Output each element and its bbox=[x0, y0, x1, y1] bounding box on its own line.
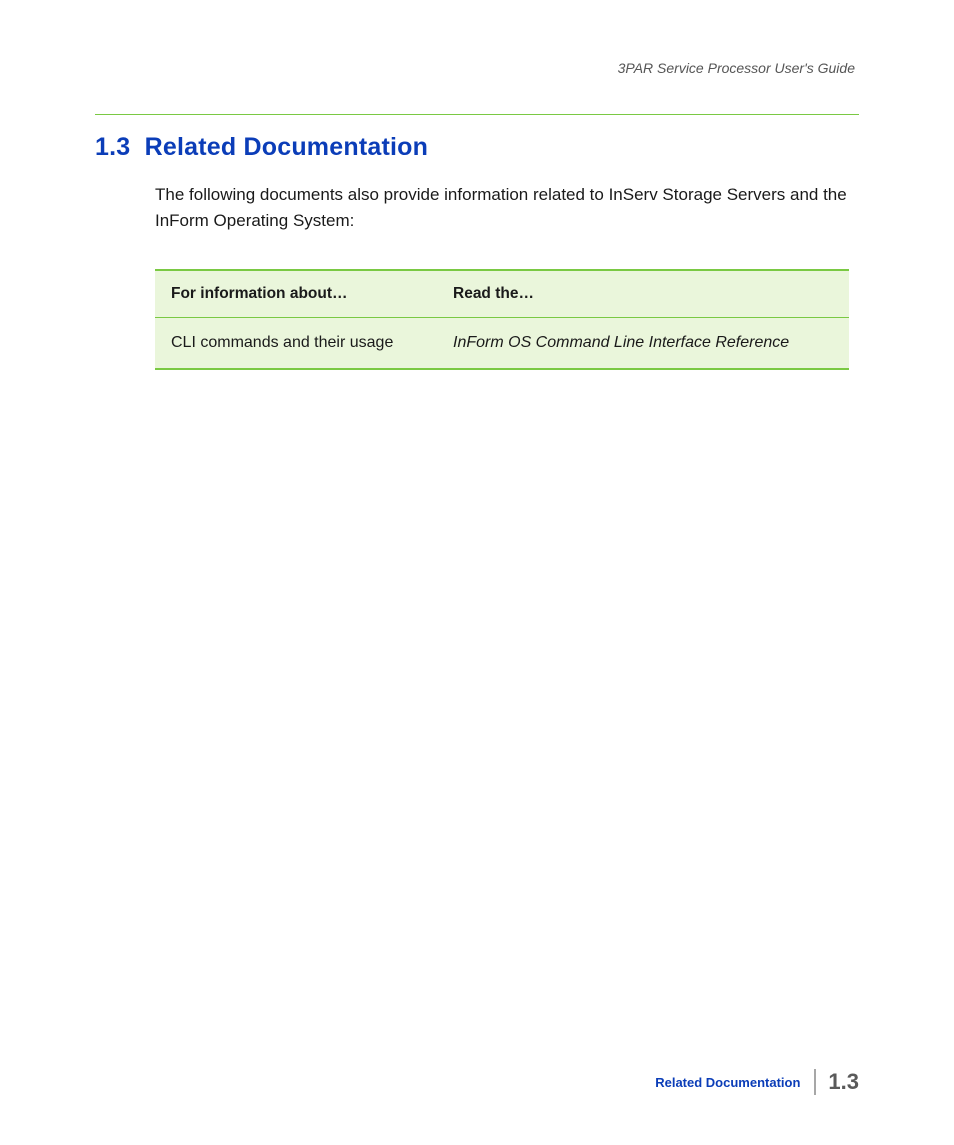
page-footer: Related Documentation 1.3 bbox=[655, 1069, 859, 1095]
running-header: 3PAR Service Processor User's Guide bbox=[95, 60, 859, 76]
table-header-col2: Read the… bbox=[437, 270, 849, 318]
footer-page-number: 1.3 bbox=[816, 1069, 859, 1095]
table-header-row: For information about… Read the… bbox=[155, 270, 849, 318]
section-number: 1.3 bbox=[95, 133, 130, 161]
document-page: 3PAR Service Processor User's Guide 1.3 … bbox=[0, 0, 954, 1145]
section-title: Related Documentation bbox=[145, 133, 428, 161]
doc-title: 3PAR Service Processor User's Guide bbox=[618, 60, 855, 76]
related-docs-table: For information about… Read the… CLI com… bbox=[155, 269, 849, 370]
table-cell-read: InForm OS Command Line Interface Referen… bbox=[437, 317, 849, 369]
section-heading: 1.3 Related Documentation bbox=[95, 133, 859, 162]
section-intro: The following documents also provide inf… bbox=[155, 182, 859, 235]
section-rule bbox=[95, 114, 859, 115]
footer-section-label: Related Documentation bbox=[655, 1075, 814, 1090]
table-row: CLI commands and their usage InForm OS C… bbox=[155, 317, 849, 369]
table-cell-about: CLI commands and their usage bbox=[155, 317, 437, 369]
table-header-col1: For information about… bbox=[155, 270, 437, 318]
